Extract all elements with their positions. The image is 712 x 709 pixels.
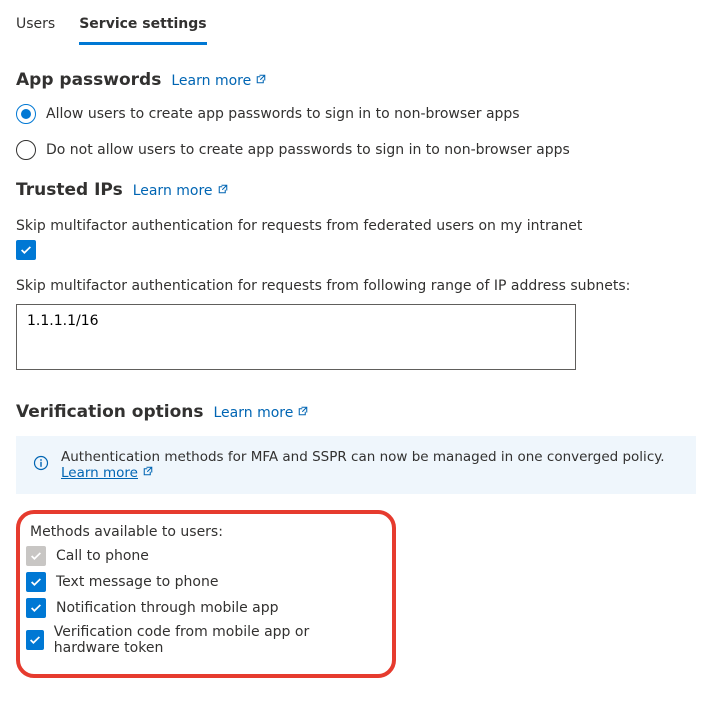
method-row-notify: Notification through mobile app: [26, 598, 378, 618]
method-code-label: Verification code from mobile app or har…: [54, 624, 378, 656]
radio-allow-app-passwords[interactable]: [16, 104, 36, 124]
app-passwords-deny-row: Do not allow users to create app passwor…: [16, 140, 696, 160]
ip-subnets-input[interactable]: [16, 304, 576, 370]
external-link-icon: [255, 73, 267, 89]
radio-deny-app-passwords[interactable]: [16, 140, 36, 160]
tab-service-settings[interactable]: Service settings: [79, 12, 206, 45]
external-link-icon: [217, 183, 229, 199]
tab-users[interactable]: Users: [16, 12, 55, 45]
method-row-text: Text message to phone: [26, 572, 378, 592]
banner-text: Authentication methods for MFA and SSPR …: [61, 449, 679, 481]
external-link-icon: [142, 465, 154, 481]
learn-more-label: Learn more: [171, 73, 251, 89]
checkbox-verification-code[interactable]: [26, 630, 44, 650]
learn-more-label: Learn more: [133, 183, 213, 199]
verification-info-banner: Authentication methods for MFA and SSPR …: [16, 436, 696, 494]
checkbox-notification-app[interactable]: [26, 598, 46, 618]
external-link-icon: [297, 405, 309, 421]
method-row-code: Verification code from mobile app or har…: [26, 624, 378, 656]
verification-learn-more-link[interactable]: Learn more: [213, 405, 309, 421]
skip-federated-label: Skip multifactor authentication for requ…: [16, 218, 696, 234]
tabs: Users Service settings: [16, 12, 696, 46]
section-verification-head: Verification options Learn more: [16, 402, 696, 422]
methods-highlight-box: Methods available to users: Call to phon…: [16, 510, 396, 678]
trusted-ips-learn-more-link[interactable]: Learn more: [133, 183, 229, 199]
checkbox-text-to-phone[interactable]: [26, 572, 46, 592]
checkbox-skip-federated[interactable]: [16, 240, 36, 260]
checkbox-call-to-phone: [26, 546, 46, 566]
radio-deny-label: Do not allow users to create app passwor…: [46, 142, 570, 158]
app-passwords-allow-row: Allow users to create app passwords to s…: [16, 104, 696, 124]
skip-subnets-label: Skip multifactor authentication for requ…: [16, 278, 696, 294]
method-row-call: Call to phone: [26, 546, 378, 566]
app-passwords-title: App passwords: [16, 70, 161, 90]
app-passwords-learn-more-link[interactable]: Learn more: [171, 73, 267, 89]
banner-msg: Authentication methods for MFA and SSPR …: [61, 449, 665, 465]
learn-more-label: Learn more: [213, 405, 293, 421]
section-app-passwords-head: App passwords Learn more: [16, 70, 696, 90]
info-icon: [33, 455, 49, 475]
method-notify-label: Notification through mobile app: [56, 600, 279, 616]
method-text-label: Text message to phone: [56, 574, 218, 590]
verification-title: Verification options: [16, 402, 203, 422]
methods-heading: Methods available to users:: [30, 524, 378, 540]
method-call-label: Call to phone: [56, 548, 149, 564]
banner-learn-more-link[interactable]: Learn more: [61, 465, 154, 481]
trusted-ips-title: Trusted IPs: [16, 180, 123, 200]
section-trusted-ips-head: Trusted IPs Learn more: [16, 180, 696, 200]
radio-allow-label: Allow users to create app passwords to s…: [46, 106, 520, 122]
banner-link-label: Learn more: [61, 465, 138, 481]
